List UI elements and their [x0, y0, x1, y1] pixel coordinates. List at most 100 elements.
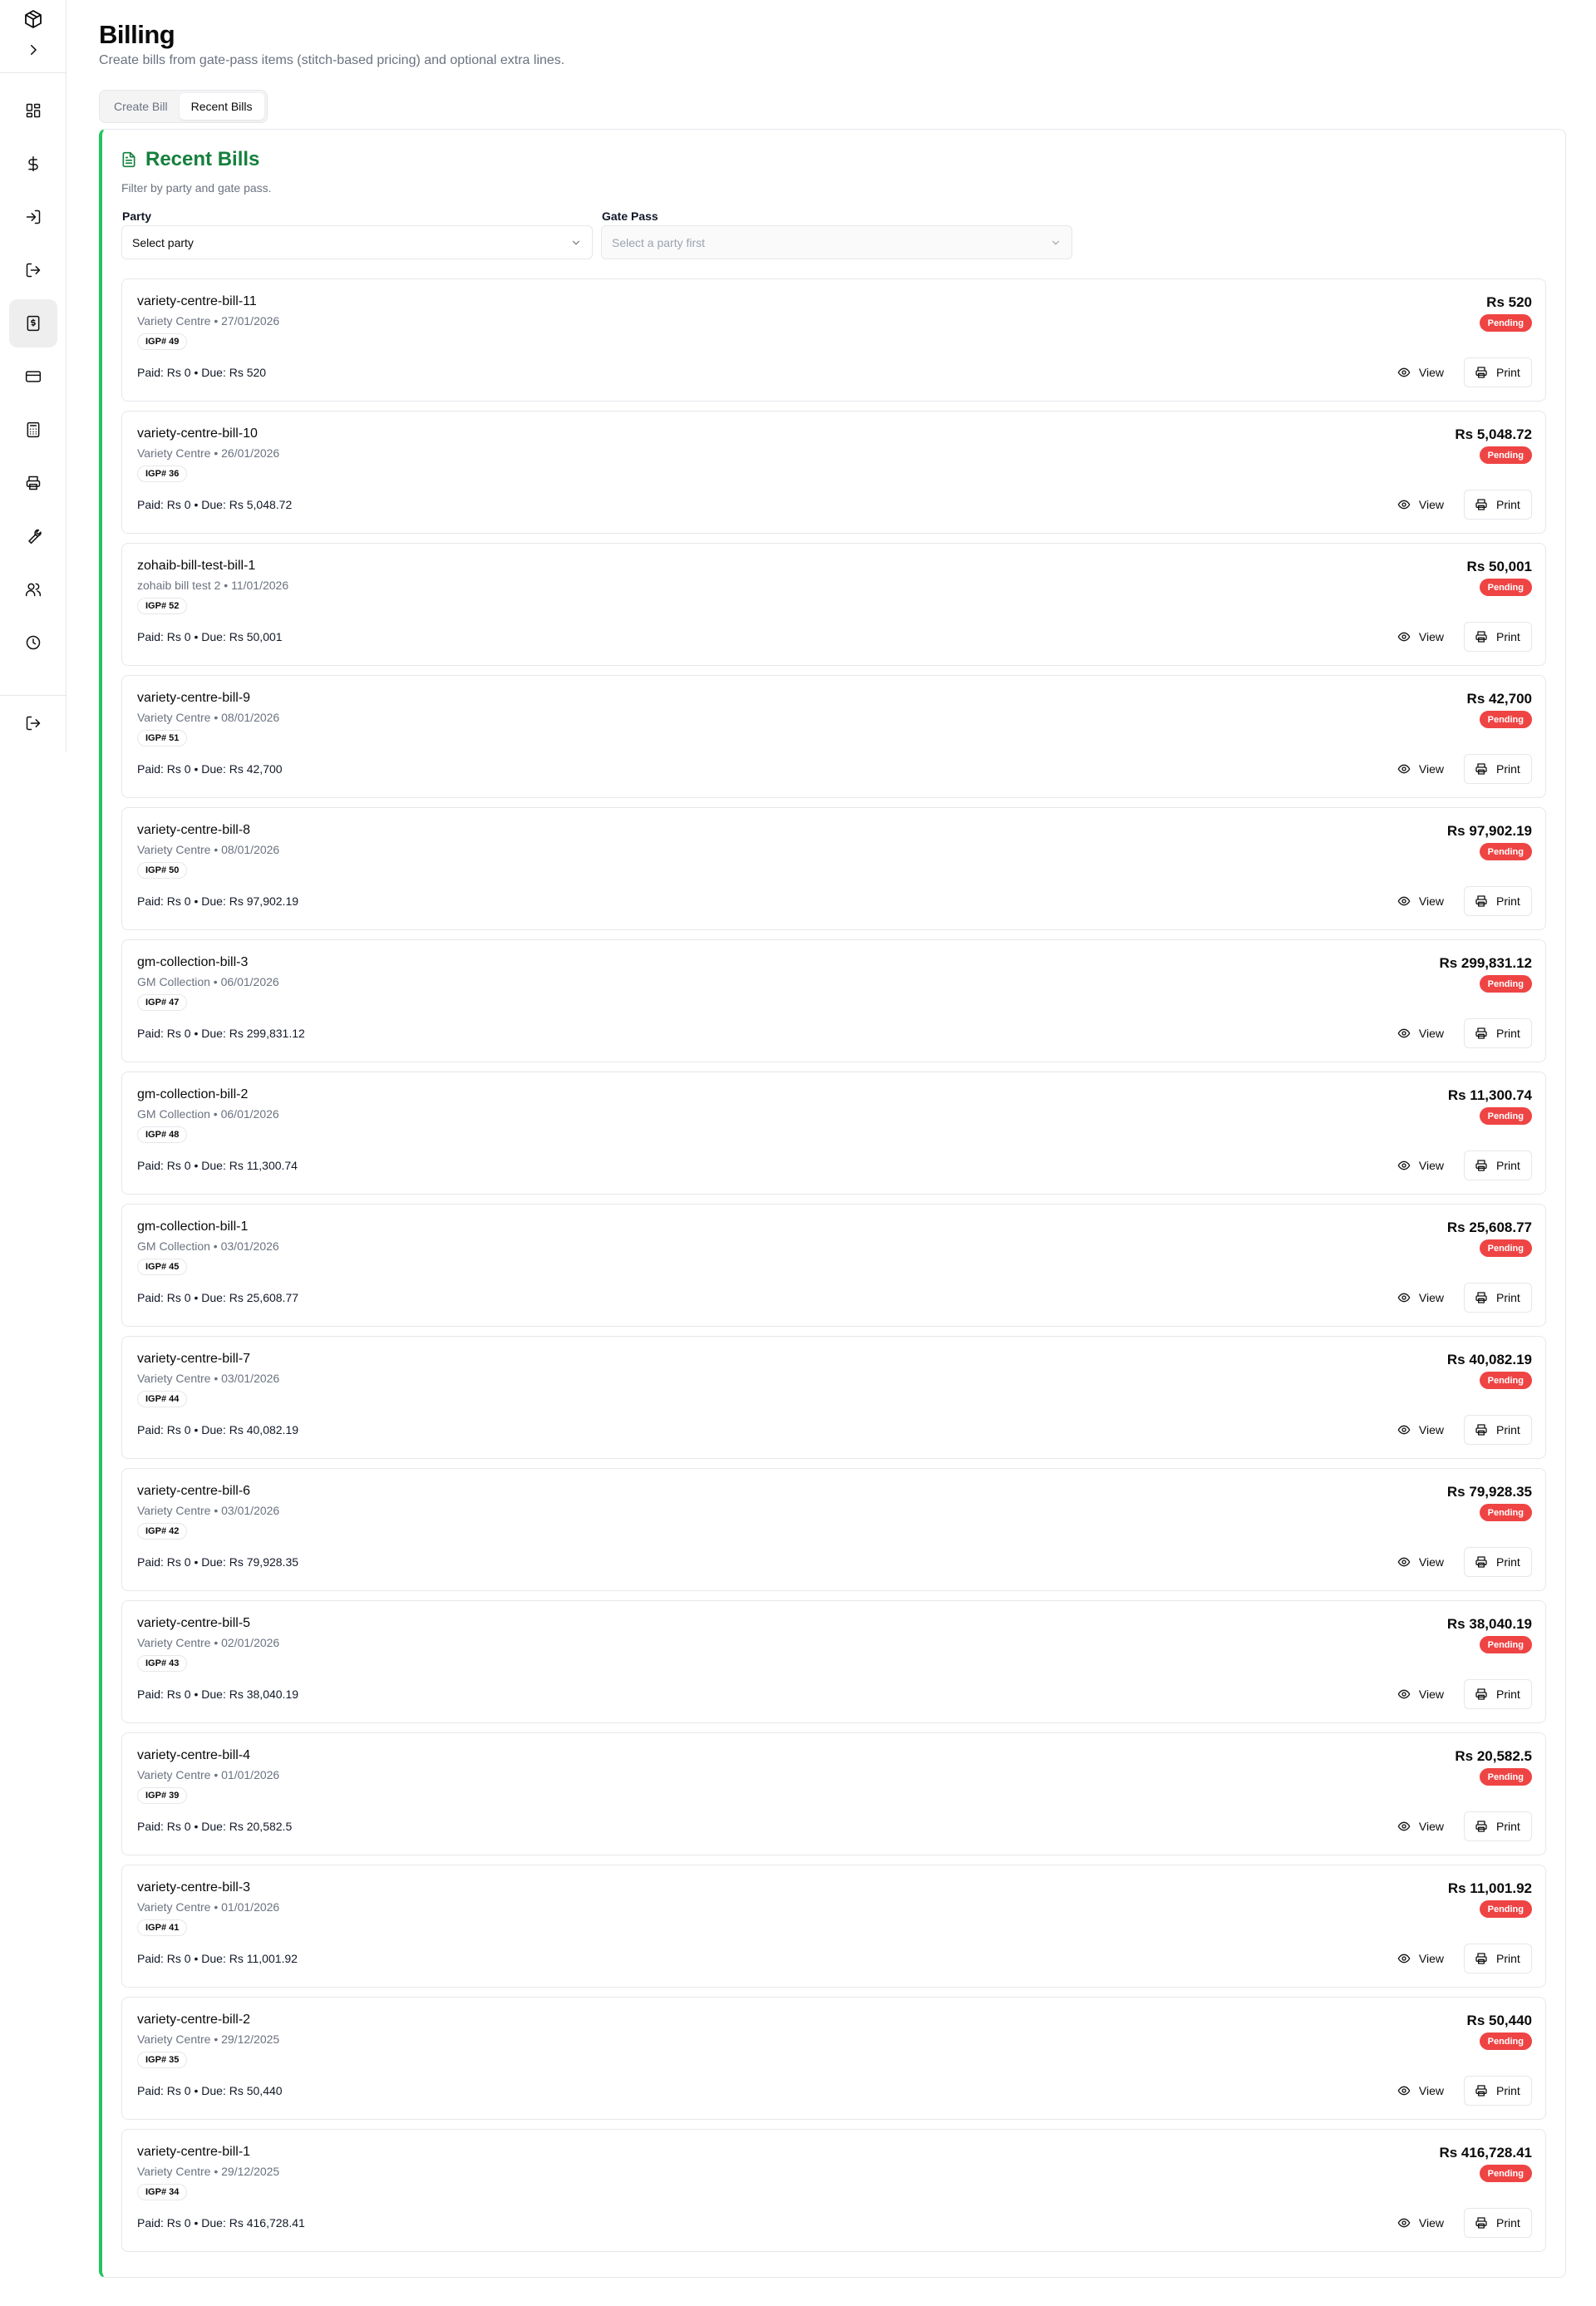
party-select[interactable]: Select party	[121, 225, 593, 259]
print-button[interactable]: Print	[1464, 357, 1532, 387]
printer-icon	[1475, 1953, 1487, 1964]
view-button[interactable]: View	[1387, 357, 1454, 387]
file-text-icon	[122, 151, 135, 168]
print-button[interactable]: Print	[1464, 1547, 1532, 1577]
bill-card[interactable]: variety-centre-bill-1 Variety Centre • 2…	[121, 2129, 1546, 2252]
bill-meta: Variety Centre • 03/01/2026	[137, 1504, 279, 1517]
bill-card[interactable]: variety-centre-bill-11 Variety Centre • …	[121, 278, 1546, 402]
print-button[interactable]: Print	[1464, 2076, 1532, 2106]
eye-icon	[1397, 1821, 1411, 1831]
view-button[interactable]: View	[1387, 1679, 1454, 1709]
print-button[interactable]: Print	[1464, 1811, 1532, 1841]
sidebar-item-calculator[interactable]	[9, 406, 57, 454]
package-logo-icon[interactable]	[20, 6, 47, 32]
print-button[interactable]: Print	[1464, 490, 1532, 520]
dashboard-icon	[26, 103, 41, 118]
status-badge: Pending	[1479, 843, 1532, 860]
bill-card[interactable]: variety-centre-bill-6 Variety Centre • 0…	[121, 1468, 1546, 1591]
print-button[interactable]: Print	[1464, 1679, 1532, 1709]
view-button[interactable]: View	[1387, 2208, 1454, 2238]
sidebar-item-logout[interactable]	[9, 699, 57, 747]
sidebar-item-billing[interactable]	[9, 299, 57, 347]
tab-recent-bills[interactable]: Recent Bills	[179, 93, 264, 120]
print-button-label: Print	[1496, 2216, 1520, 2230]
view-button-label: View	[1418, 1555, 1444, 1569]
print-button-label: Print	[1496, 1952, 1520, 1965]
print-button[interactable]: Print	[1464, 1018, 1532, 1048]
bill-meta: GM Collection • 06/01/2026	[137, 1107, 279, 1121]
bill-party: GM Collection	[137, 1239, 210, 1253]
view-button[interactable]: View	[1387, 1944, 1454, 1973]
print-button[interactable]: Print	[1464, 622, 1532, 652]
sidebar-item-outward[interactable]	[9, 246, 57, 294]
sidebar-item-payments[interactable]	[9, 140, 57, 188]
bill-card[interactable]: gm-collection-bill-3 GM Collection • 06/…	[121, 939, 1546, 1062]
bill-card[interactable]: gm-collection-bill-1 GM Collection • 03/…	[121, 1204, 1546, 1327]
sidebar-item-history[interactable]	[9, 618, 57, 667]
bill-card[interactable]: variety-centre-bill-7 Variety Centre • 0…	[121, 1336, 1546, 1459]
view-button[interactable]: View	[1387, 754, 1454, 784]
igp-badge: IGP# 52	[137, 598, 188, 614]
sidebar-item-dashboard[interactable]	[9, 86, 57, 135]
meta-separator: •	[210, 314, 222, 328]
bill-amount: Rs 20,582.5	[1455, 1748, 1532, 1764]
bill-amount: Rs 520	[1486, 294, 1532, 310]
view-button-label: View	[1418, 630, 1444, 643]
tab-create-bill[interactable]: Create Bill	[102, 93, 180, 120]
bill-card[interactable]: variety-centre-bill-8 Variety Centre • 0…	[121, 807, 1546, 930]
igp-badge: IGP# 41	[137, 1919, 188, 1936]
view-button[interactable]: View	[1387, 1415, 1454, 1445]
status-badge: Pending	[1479, 446, 1532, 464]
expand-sidebar-chevron-icon[interactable]	[20, 37, 47, 62]
bill-card[interactable]: variety-centre-bill-3 Variety Centre • 0…	[121, 1865, 1546, 1988]
bill-amount: Rs 11,001.92	[1447, 1880, 1532, 1896]
print-button[interactable]: Print	[1464, 754, 1532, 784]
bill-meta: Variety Centre • 29/12/2025	[137, 2165, 279, 2178]
printer-icon	[1475, 367, 1487, 378]
bill-payment-summary: Paid: Rs 0 • Due: Rs 11,001.92	[137, 1952, 298, 1965]
bill-card[interactable]: variety-centre-bill-5 Variety Centre • 0…	[121, 1600, 1546, 1723]
print-button[interactable]: Print	[1464, 1283, 1532, 1313]
bill-amount: Rs 42,700	[1466, 691, 1532, 707]
print-button-label: Print	[1496, 498, 1520, 511]
bill-card[interactable]: variety-centre-bill-4 Variety Centre • 0…	[121, 1732, 1546, 1855]
bill-amount: Rs 38,040.19	[1446, 1616, 1532, 1632]
view-button[interactable]: View	[1387, 1018, 1454, 1048]
print-button[interactable]: Print	[1464, 1415, 1532, 1445]
print-button[interactable]: Print	[1464, 1944, 1532, 1973]
sidebar-item-cards[interactable]	[9, 352, 57, 401]
view-button[interactable]: View	[1387, 886, 1454, 916]
status-badge: Pending	[1479, 1768, 1532, 1786]
print-button[interactable]: Print	[1464, 886, 1532, 916]
sidebar-item-inward[interactable]	[9, 193, 57, 241]
view-button[interactable]: View	[1387, 490, 1454, 520]
bill-party: GM Collection	[137, 975, 210, 988]
sidebar-item-print[interactable]	[9, 459, 57, 507]
view-button[interactable]: View	[1387, 2076, 1454, 2106]
gatepass-select[interactable]: Select a party first	[601, 225, 1072, 259]
page-subtitle: Create bills from gate-pass items (stitc…	[99, 53, 565, 67]
sidebar-item-tools[interactable]	[9, 512, 57, 560]
bill-date: 08/01/2026	[221, 843, 280, 856]
bill-meta: Variety Centre • 27/01/2026	[137, 314, 279, 328]
bill-card[interactable]: gm-collection-bill-2 GM Collection • 06/…	[121, 1072, 1546, 1195]
igp-badge: IGP# 45	[137, 1259, 188, 1275]
bill-card[interactable]: variety-centre-bill-9 Variety Centre • 0…	[121, 675, 1546, 798]
logout-icon	[26, 716, 41, 731]
view-button[interactable]: View	[1387, 1151, 1454, 1180]
print-button[interactable]: Print	[1464, 1151, 1532, 1180]
bill-party: Variety Centre	[137, 1900, 211, 1914]
print-button[interactable]: Print	[1464, 2208, 1532, 2238]
bill-card[interactable]: zohaib-bill-test-bill-1 zohaib bill test…	[121, 543, 1546, 666]
view-button[interactable]: View	[1387, 1283, 1454, 1313]
view-button-label: View	[1418, 1423, 1444, 1436]
bill-card[interactable]: variety-centre-bill-10 Variety Centre • …	[121, 411, 1546, 534]
view-button[interactable]: View	[1387, 622, 1454, 652]
bill-meta: Variety Centre • 08/01/2026	[137, 843, 279, 856]
view-button-label: View	[1418, 366, 1444, 379]
view-button[interactable]: View	[1387, 1547, 1454, 1577]
bill-card[interactable]: variety-centre-bill-2 Variety Centre • 2…	[121, 1997, 1546, 2120]
sidebar-item-users[interactable]	[9, 565, 57, 613]
view-button-label: View	[1418, 1820, 1444, 1833]
view-button[interactable]: View	[1387, 1811, 1454, 1841]
